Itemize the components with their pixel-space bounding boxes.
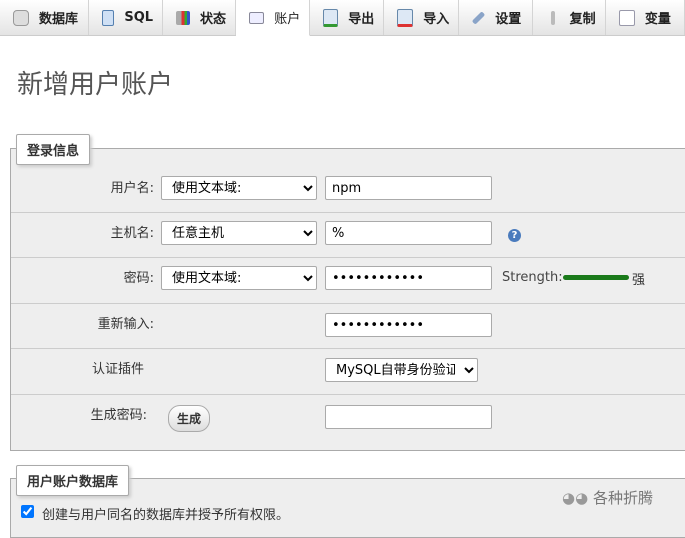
top-tabs: 数据库 SQL 状态 账户 导出 导入 设置 复制 变量 xyxy=(0,0,685,36)
generate-row: 生成密码: 生成 xyxy=(11,394,685,439)
tab-databases[interactable]: 数据库 xyxy=(0,0,90,35)
username-type-select[interactable]: 使用文本域: xyxy=(161,176,317,200)
strength-meter-fill xyxy=(563,275,629,280)
generate-password-button[interactable]: 生成 xyxy=(168,405,211,432)
status-icon xyxy=(176,10,191,25)
tab-variables[interactable]: 变量 xyxy=(606,0,685,35)
strength-text: 强 xyxy=(632,273,646,288)
login-info-fieldset: 用户名: 使用文本域: 主机名: 任意主机 ? 密码: 使用文本域: Stren… xyxy=(10,148,685,451)
password-input[interactable] xyxy=(325,266,492,290)
wechat-icon: ◕◕ xyxy=(562,489,593,507)
password-type-select[interactable]: 使用文本域: xyxy=(161,266,317,290)
create-database-label[interactable]: 创建与用户同名的数据库并授予所有权限。 xyxy=(42,504,289,523)
tab-status[interactable]: 状态 xyxy=(163,0,237,35)
auth-plugin-select[interactable]: MySQL自带身份验证 xyxy=(325,358,478,382)
tab-settings[interactable]: 设置 xyxy=(459,0,533,35)
tab-export[interactable]: 导出 xyxy=(310,0,385,35)
user-database-legend: 用户账户数据库 xyxy=(16,465,130,496)
login-info-legend: 登录信息 xyxy=(16,134,91,165)
retype-row: 重新输入: xyxy=(11,303,685,349)
strength-meter xyxy=(563,275,629,280)
page-title: 新增用户账户 xyxy=(17,70,174,100)
create-database-checkbox[interactable] xyxy=(21,505,34,518)
variables-icon xyxy=(618,9,635,26)
tab-accounts[interactable]: 账户 xyxy=(236,0,311,36)
host-input[interactable] xyxy=(325,221,492,245)
replication-icon xyxy=(550,10,555,25)
tab-import[interactable]: 导入 xyxy=(384,0,460,35)
retype-password-input[interactable] xyxy=(325,313,492,337)
database-icon xyxy=(13,9,29,26)
tab-replication[interactable]: 复制 xyxy=(533,0,606,35)
auth-plugin-row: 认证插件 MySQL自带身份验证 xyxy=(11,348,685,395)
username-input[interactable] xyxy=(325,176,492,200)
sql-icon xyxy=(102,9,115,26)
watermark: ◕◕ 各种折腾 xyxy=(562,489,653,507)
wrench-icon xyxy=(472,10,486,25)
help-icon[interactable]: ? xyxy=(508,229,521,242)
host-type-select[interactable]: 任意主机 xyxy=(161,221,317,245)
tab-sql[interactable]: SQL xyxy=(89,0,164,35)
username-row: 用户名: 使用文本域: xyxy=(11,167,685,213)
export-icon xyxy=(323,8,339,27)
password-row: 密码: 使用文本域: Strength: 强 xyxy=(11,257,685,304)
import-icon xyxy=(397,8,414,27)
strength-label: Strength: xyxy=(502,270,563,285)
host-row: 主机名: 任意主机 ? xyxy=(11,212,685,258)
accounts-icon xyxy=(249,11,265,24)
generated-password-input[interactable] xyxy=(325,405,492,429)
